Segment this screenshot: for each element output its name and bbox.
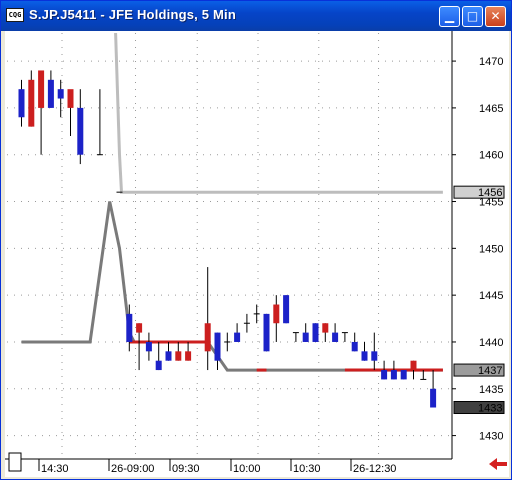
- candle-body: [28, 79, 35, 127]
- scroll-box[interactable]: [8, 452, 22, 472]
- price-tick-label: 1460: [479, 150, 503, 162]
- candle-body: [312, 323, 319, 342]
- price-tick-label: 1440: [479, 337, 503, 349]
- price-tick-label: 1430: [479, 431, 503, 443]
- price-tick-label: 1435: [479, 384, 503, 396]
- minimize-icon: ▁: [444, 9, 455, 23]
- candle-body: [381, 370, 388, 380]
- candle-body: [263, 313, 270, 352]
- price-badge-label: 1437: [478, 365, 502, 377]
- close-icon: ✕: [490, 9, 501, 23]
- candle-body: [351, 341, 358, 352]
- candle-body: [145, 341, 152, 352]
- candle-body: [165, 351, 172, 361]
- price-chart[interactable]: 1430143514401445145014551460146514701456…: [5, 31, 509, 477]
- price-tick-label: 1470: [479, 56, 503, 68]
- candle-body: [430, 388, 437, 408]
- chart-window: CQG S.JP.J5411 - JFE Holdings, 5 Min ▁ □…: [0, 0, 512, 480]
- candle-body: [410, 360, 417, 371]
- price-tick-label: 1450: [479, 243, 503, 255]
- candle-body: [204, 323, 211, 352]
- time-tick-label: 09:30: [172, 463, 200, 475]
- candle-body: [400, 370, 407, 380]
- time-tick-label: 26-09:00: [111, 463, 154, 475]
- candle-body: [67, 89, 74, 108]
- candle-body: [322, 323, 329, 333]
- time-tick-label: 14:30: [41, 463, 69, 475]
- candle-body: [273, 304, 280, 324]
- minimize-button[interactable]: ▁: [439, 6, 460, 27]
- candle-body: [77, 107, 84, 155]
- candle-body: [57, 89, 64, 99]
- price-badge-label: 1456: [478, 187, 502, 199]
- chart-area[interactable]: 1430 1435 1440 1445 1450 1455 1460 1465 1470 1456…: [5, 31, 509, 477]
- candle-body: [371, 351, 378, 361]
- candle-body: [47, 79, 54, 108]
- candle-body: [361, 351, 368, 361]
- candle-body: [283, 295, 290, 324]
- title-bar[interactable]: CQG S.JP.J5411 - JFE Holdings, 5 Min ▁ □…: [1, 1, 511, 31]
- candle-body: [390, 370, 397, 380]
- close-button[interactable]: ✕: [485, 6, 506, 27]
- candle-body: [214, 332, 221, 361]
- candle-body: [332, 332, 339, 342]
- candle-body: [126, 313, 133, 342]
- candle-body: [302, 332, 309, 342]
- candle-body: [234, 332, 241, 342]
- maximize-icon: □: [466, 9, 479, 23]
- app-icon[interactable]: CQG: [6, 8, 24, 22]
- time-tick-label: 10:00: [233, 463, 261, 475]
- candle-body: [136, 323, 143, 333]
- candle-body: [18, 89, 25, 118]
- maximize-button[interactable]: □: [462, 6, 483, 27]
- time-tick-label: 26-12:30: [353, 463, 396, 475]
- price-badge-label: 1433: [478, 403, 502, 415]
- candle-body: [38, 70, 45, 108]
- candle-body: [155, 360, 162, 371]
- candle-body: [175, 351, 182, 361]
- time-tick-label: 10:30: [293, 463, 321, 475]
- price-tick-label: 1445: [479, 290, 503, 302]
- window-title: S.JP.J5411 - JFE Holdings, 5 Min: [29, 7, 237, 22]
- price-tick-label: 1465: [479, 103, 503, 115]
- candle-body: [185, 351, 192, 361]
